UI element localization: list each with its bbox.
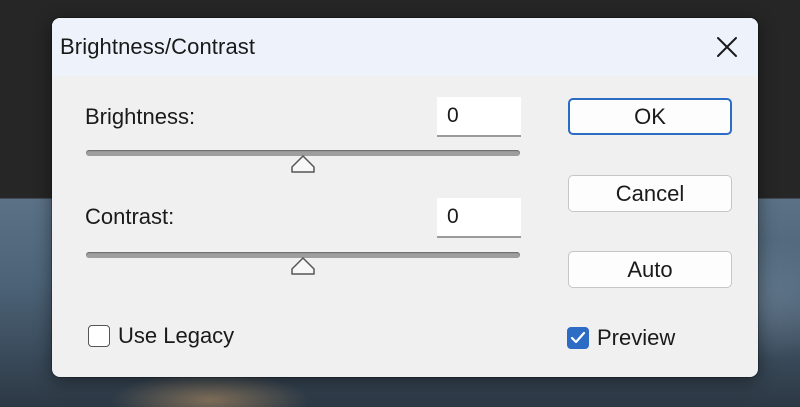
dialog-title: Brightness/Contrast	[60, 34, 256, 59]
contrast-label: Contrast:	[85, 204, 175, 229]
preview-label: Preview	[597, 325, 676, 350]
contrast-input[interactable]	[437, 198, 521, 238]
checkmark-icon	[570, 331, 586, 344]
close-icon	[717, 37, 737, 57]
auto-button[interactable]: Auto	[568, 251, 732, 288]
title-bar[interactable]: Brightness/Contrast	[52, 18, 758, 76]
brightness-contrast-dialog: Brightness/Contrast Brightness: Contrast…	[52, 18, 758, 377]
close-button[interactable]	[706, 28, 748, 66]
contrast-slider[interactable]	[86, 243, 520, 279]
brightness-label: Brightness:	[85, 104, 196, 129]
brightness-slider-thumb[interactable]	[290, 155, 316, 173]
ok-button[interactable]: OK	[568, 98, 732, 135]
brightness-input[interactable]	[437, 97, 521, 137]
use-legacy-label: Use Legacy	[118, 323, 235, 348]
preview-checkbox-row[interactable]: Preview	[567, 325, 675, 351]
preview-checkbox[interactable]	[567, 327, 589, 349]
contrast-slider-thumb[interactable]	[290, 257, 316, 275]
use-legacy-checkbox-row[interactable]: Use Legacy	[88, 323, 234, 349]
use-legacy-checkbox[interactable]	[88, 325, 110, 347]
brightness-slider[interactable]	[86, 141, 520, 177]
cancel-button[interactable]: Cancel	[568, 175, 732, 212]
